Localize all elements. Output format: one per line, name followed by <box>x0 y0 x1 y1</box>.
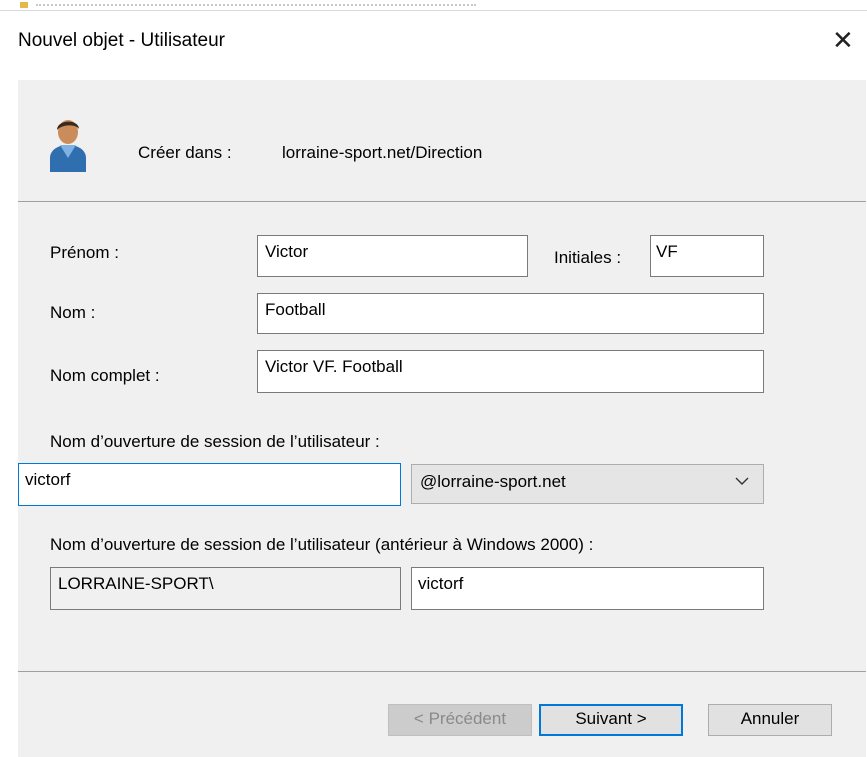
create-in-label: Créer dans : <box>138 143 232 162</box>
create-in-path: lorraine-sport.net/Direction <box>282 143 483 162</box>
last-name-label: Nom : <box>50 303 96 322</box>
dialog-panel: Créer dans : lorraine-sport.net/Directio… <box>18 80 866 757</box>
chevron-down-icon <box>735 473 749 489</box>
last-name-field[interactable]: Football <box>257 293 764 334</box>
user-icon <box>46 114 90 172</box>
first-name-label: Prénom : <box>50 243 119 262</box>
logon-name-label: Nom d’ouverture de session de l’utilisat… <box>50 432 380 451</box>
initials-field[interactable]: VF <box>650 235 764 277</box>
background-window-strip <box>0 0 867 12</box>
first-name-field[interactable]: Victor <box>257 235 528 277</box>
pre2000-domain-field: LORRAINE-SPORT\ <box>50 567 401 610</box>
folder-icon <box>20 2 28 8</box>
initials-label: Initiales : <box>554 248 622 267</box>
next-button[interactable]: Suivant > <box>539 704 683 736</box>
separator-bottom <box>18 671 866 672</box>
domain-suffix-select[interactable]: @lorraine-sport.net <box>411 464 764 504</box>
background-window-text <box>36 0 476 6</box>
full-name-field[interactable]: Victor VF. Football <box>257 350 764 393</box>
domain-suffix-value: @lorraine-sport.net <box>420 472 566 491</box>
cancel-button[interactable]: Annuler <box>708 704 832 736</box>
logon-name-field[interactable]: victorf <box>18 463 401 506</box>
previous-button[interactable]: < Précédent <box>388 704 532 736</box>
close-icon[interactable]: ✕ <box>832 28 854 54</box>
divider <box>0 10 867 11</box>
dialog-title: Nouvel objet - Utilisateur <box>18 30 225 51</box>
separator-top <box>18 201 866 202</box>
pre2000-label: Nom d’ouverture de session de l’utilisat… <box>50 535 594 554</box>
pre2000-name-field[interactable]: victorf <box>411 567 764 610</box>
full-name-label: Nom complet : <box>50 366 160 385</box>
